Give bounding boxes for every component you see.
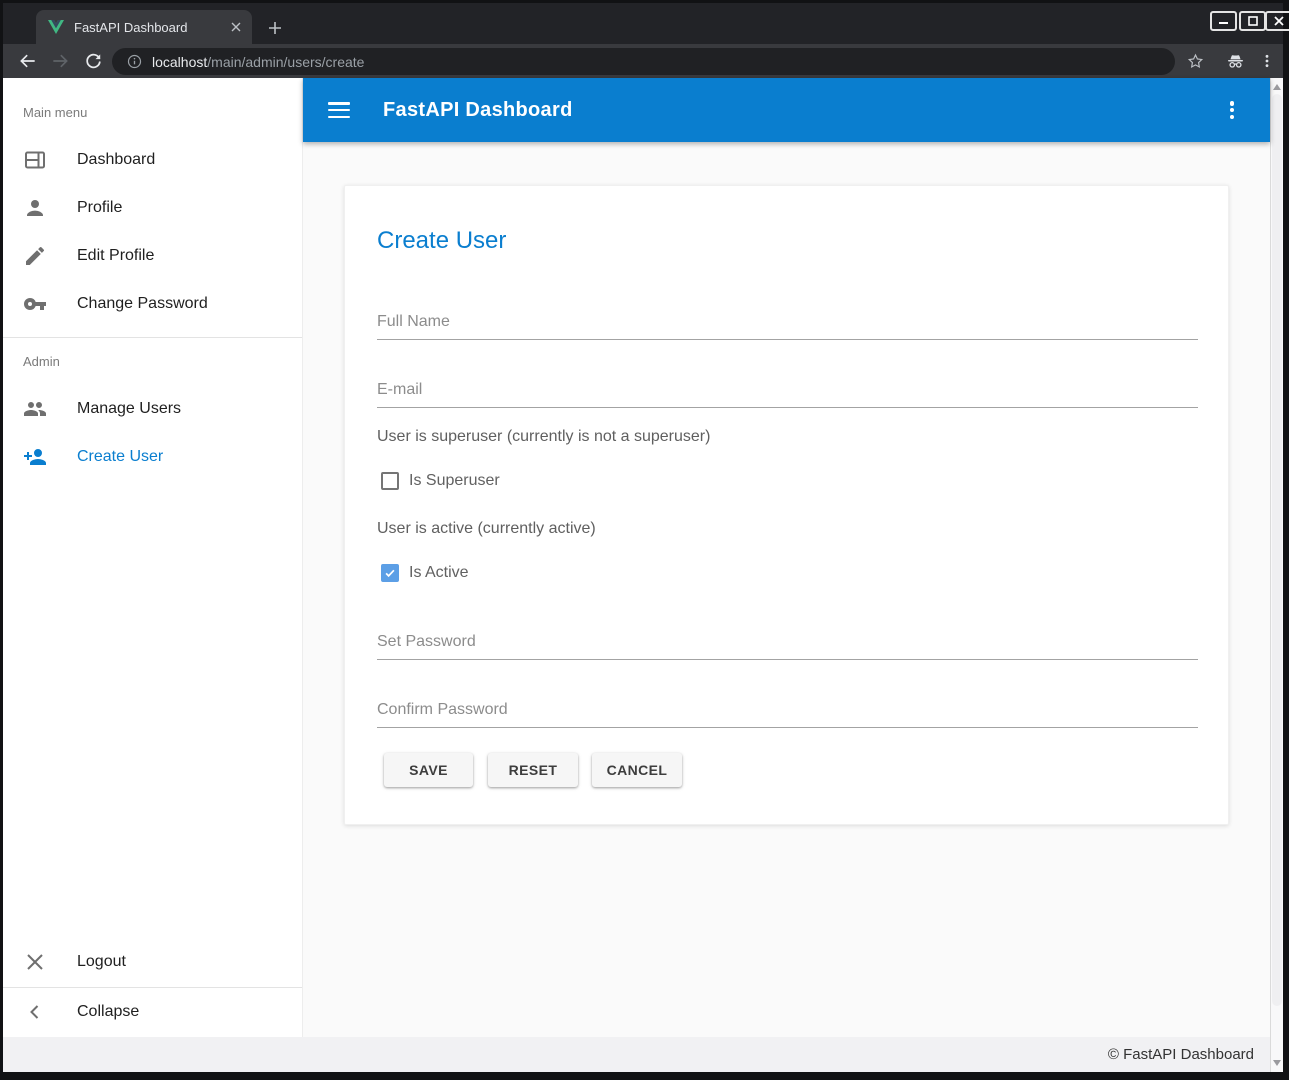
kebab-menu-icon <box>1259 53 1275 69</box>
sidebar-item-create-user[interactable]: Create User <box>3 433 302 481</box>
sidebar-item-manage-users[interactable]: Manage Users <box>3 385 302 433</box>
star-icon <box>1186 52 1205 71</box>
minimize-icon <box>1218 16 1229 26</box>
confirm-password-field[interactable] <box>377 693 1198 728</box>
hamburger-menu-icon[interactable] <box>328 102 350 118</box>
bookmark-button[interactable] <box>1183 49 1207 73</box>
sidebar-item-label: Profile <box>77 199 122 217</box>
email-field[interactable] <box>377 373 1198 408</box>
pencil-icon <box>23 244 47 268</box>
create-user-card: Create User User is superuser (currently… <box>344 185 1229 825</box>
incognito-indicator[interactable] <box>1223 49 1247 73</box>
chevron-left-icon <box>23 1000 47 1024</box>
browser-menu-button[interactable] <box>1255 49 1279 73</box>
copyright-text: © FastAPI Dashboard <box>1108 1046 1254 1063</box>
back-button[interactable] <box>16 49 40 73</box>
tab-close-icon[interactable] <box>228 19 244 35</box>
sidebar-item-collapse[interactable]: Collapse <box>3 987 302 1035</box>
url-bar[interactable]: localhost/main/admin/users/create <box>112 48 1175 75</box>
sidebar-item-label: Create User <box>77 448 163 466</box>
new-tab-button[interactable] <box>263 16 287 40</box>
sidebar-item-label: Dashboard <box>77 151 155 169</box>
sidebar-item-edit-profile[interactable]: Edit Profile <box>3 232 302 280</box>
window-minimize-button[interactable] <box>1210 11 1237 31</box>
sidebar-item-logout[interactable]: Logout <box>3 938 302 986</box>
scrollbar-thumb[interactable] <box>1272 94 1282 1006</box>
cancel-button[interactable]: CANCEL <box>592 753 682 787</box>
page-info-icon <box>126 53 143 70</box>
url-text: localhost/main/admin/users/create <box>152 54 364 70</box>
app-menu-button[interactable] <box>1222 100 1242 120</box>
scrollbar-down-arrow-icon[interactable] <box>1273 1060 1281 1066</box>
superuser-checkbox-row: Is Superuser <box>381 472 500 490</box>
sidebar-section-admin: Admin <box>23 354 60 369</box>
set-password-field[interactable] <box>377 625 1198 660</box>
scrollbar-up-arrow-icon[interactable] <box>1273 84 1281 90</box>
dashboard-icon <box>23 148 47 172</box>
save-button[interactable]: SAVE <box>384 753 473 787</box>
sidebar-item-label: Manage Users <box>77 400 181 418</box>
sidebar-divider <box>3 337 302 338</box>
browser-tab[interactable]: FastAPI Dashboard <box>36 10 252 44</box>
page-title: Create User <box>377 227 506 255</box>
back-arrow-icon <box>18 51 38 71</box>
full-name-field[interactable] <box>377 305 1198 340</box>
is-superuser-checkbox[interactable] <box>381 472 399 490</box>
page-viewport: FastAPI Dashboard Main menu Dashboard Pr… <box>3 78 1283 1072</box>
url-host: localhost <box>152 54 207 70</box>
key-icon <box>23 292 47 316</box>
maximize-icon <box>1248 16 1258 26</box>
sidebar-item-profile[interactable]: Profile <box>3 184 302 232</box>
close-icon <box>1274 16 1284 26</box>
browser-window: FastAPI Dashboard localho <box>0 0 1289 1080</box>
person-icon <box>23 196 47 220</box>
active-status-note: User is active (currently active) <box>377 520 596 538</box>
sidebar-item-label: Logout <box>77 953 126 971</box>
sidebar-item-change-password[interactable]: Change Password <box>3 280 302 328</box>
sidebar-section-main-menu: Main menu <box>23 105 87 120</box>
people-icon <box>23 397 47 421</box>
logout-x-icon <box>23 950 47 974</box>
incognito-icon <box>1225 51 1246 72</box>
is-active-label[interactable]: Is Active <box>409 564 469 582</box>
forward-button[interactable] <box>48 49 72 73</box>
sidebar-item-label: Edit Profile <box>77 247 154 265</box>
window-maximize-button[interactable] <box>1239 11 1266 31</box>
reload-button[interactable] <box>81 49 105 73</box>
reload-icon <box>84 52 103 71</box>
sidebar: Main menu Dashboard Profile Edit Profile… <box>3 78 303 1037</box>
tab-title: FastAPI Dashboard <box>74 20 228 35</box>
active-checkbox-row: Is Active <box>381 564 469 582</box>
checkmark-icon <box>383 566 397 580</box>
person-add-icon <box>23 445 47 469</box>
tab-strip: FastAPI Dashboard <box>3 3 1283 44</box>
app-bar: FastAPI Dashboard <box>303 78 1270 142</box>
window-close-button[interactable] <box>1265 11 1289 31</box>
sidebar-item-label: Change Password <box>77 295 208 313</box>
sidebar-item-label: Collapse <box>77 1003 139 1021</box>
sidebar-item-dashboard[interactable]: Dashboard <box>3 136 302 184</box>
url-path: /main/admin/users/create <box>207 54 364 70</box>
superuser-status-note: User is superuser (currently is not a su… <box>377 428 710 446</box>
vue-favicon-icon <box>48 19 64 35</box>
forward-arrow-icon <box>50 51 70 71</box>
reset-button[interactable]: RESET <box>488 753 578 787</box>
is-active-checkbox[interactable] <box>381 564 399 582</box>
page-footer: © FastAPI Dashboard <box>3 1037 1270 1072</box>
is-superuser-label[interactable]: Is Superuser <box>409 472 500 490</box>
page-scrollbar[interactable] <box>1270 78 1283 1072</box>
browser-toolbar: localhost/main/admin/users/create <box>3 44 1283 78</box>
app-title: FastAPI Dashboard <box>383 99 573 122</box>
